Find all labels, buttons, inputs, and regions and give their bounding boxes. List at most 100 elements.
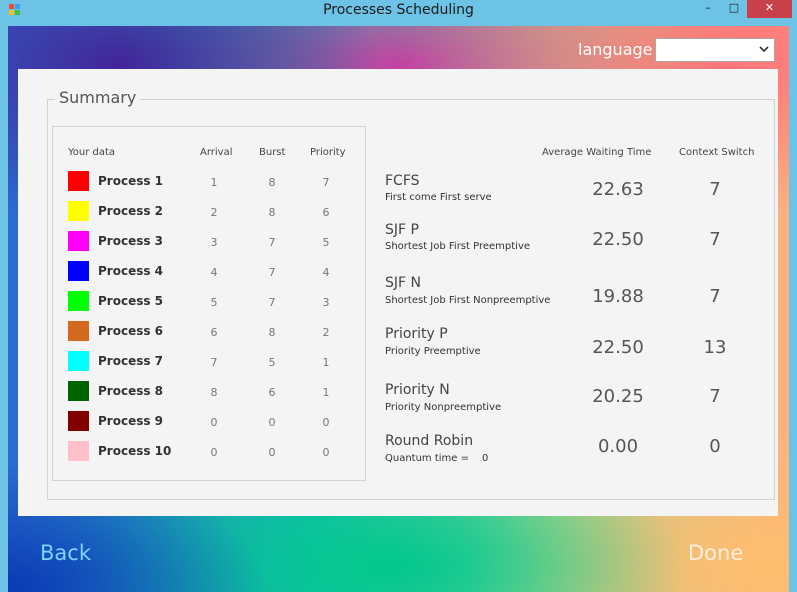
algo-fcfs-cs: 7 <box>709 179 721 200</box>
algo-priorityn-name: Priority N <box>385 382 450 398</box>
algo-roundrobin-avg: 0.00 <box>597 436 639 457</box>
process-arrival: 0 <box>210 446 218 459</box>
summary-title: Summary <box>55 88 141 107</box>
algo-priorityp-avg: 22.50 <box>592 337 644 358</box>
process-name: Process 4 <box>98 264 164 278</box>
process-burst: 6 <box>268 386 276 399</box>
algo-priorityn-cs: 7 <box>709 386 721 407</box>
process-name: Process 7 <box>98 354 164 368</box>
process-burst: 0 <box>268 416 276 429</box>
algo-priorityn-avg: 20.25 <box>592 386 644 407</box>
algo-sjfn-subtitle: Shortest Job First Nonpreemptive <box>385 295 551 306</box>
process-name: Process 8 <box>98 384 164 398</box>
language-select[interactable] <box>655 38 775 62</box>
process-arrival: 0 <box>210 416 218 429</box>
process-priority: 3 <box>322 296 330 309</box>
burst-header: Burst <box>259 147 286 158</box>
process-burst: 5 <box>268 356 276 369</box>
algo-sjfn-cs: 7 <box>709 286 721 307</box>
window-title: Processes Scheduling <box>323 2 474 18</box>
language-label: language <box>578 40 653 59</box>
algo-fcfs-name: FCFS <box>385 173 420 189</box>
arrival-header: Arrival <box>200 147 233 158</box>
process-name: Process 6 <box>98 324 164 338</box>
process-color-swatch <box>68 381 89 401</box>
process-burst: 0 <box>268 446 276 459</box>
quantum-time-value: 0 <box>482 453 489 464</box>
process-priority: 1 <box>322 386 330 399</box>
process-arrival: 4 <box>210 266 218 279</box>
process-priority: 7 <box>322 176 330 189</box>
algo-roundrobin-cs: 0 <box>709 436 721 457</box>
process-row: Process 7 7 5 1 <box>68 351 368 375</box>
process-priority: 2 <box>322 326 330 339</box>
priority-header: Priority <box>310 147 346 158</box>
title-bar[interactable]: Processes Scheduling – □ ✕ <box>0 0 797 24</box>
chevron-down-icon <box>759 46 769 53</box>
algo-priorityp-name: Priority P <box>385 326 448 342</box>
algo-sjfn-name: SJF N <box>385 275 421 291</box>
process-row: Process 2 2 8 6 <box>68 201 368 225</box>
minimize-button[interactable]: – <box>695 0 721 18</box>
process-row: Process 1 1 8 7 <box>68 171 368 195</box>
process-burst: 7 <box>268 266 276 279</box>
process-row: Process 4 4 7 4 <box>68 261 368 285</box>
algo-priorityn-subtitle: Priority Nonpreemptive <box>385 402 502 413</box>
algo-roundrobin-name: Round Robin <box>385 433 474 449</box>
process-row: Process 10 0 0 0 <box>68 441 368 465</box>
algo-priorityp-subtitle: Priority Preemptive <box>385 346 481 357</box>
algo-sjfp-subtitle: Shortest Job First Preemptive <box>385 241 531 252</box>
process-burst: 8 <box>268 326 276 339</box>
process-name: Process 1 <box>98 174 164 188</box>
process-color-swatch <box>68 351 89 371</box>
process-priority: 6 <box>322 206 330 219</box>
algo-roundrobin-subtitle: Quantum time = <box>385 453 470 464</box>
client-area: language Summary Your data Arrival Burst… <box>8 26 789 592</box>
process-name: Process 5 <box>98 294 164 308</box>
process-burst: 7 <box>268 236 276 249</box>
process-name: Process 10 <box>98 444 172 458</box>
algo-sjfp-avg: 22.50 <box>592 229 644 250</box>
avg-waiting-header: Average Waiting Time <box>542 147 652 158</box>
process-arrival: 7 <box>210 356 218 369</box>
process-color-swatch <box>68 171 89 191</box>
process-arrival: 3 <box>210 236 218 249</box>
process-row: Process 8 8 6 1 <box>68 381 368 405</box>
process-color-swatch <box>68 231 89 251</box>
context-switch-header: Context Switch <box>679 147 755 158</box>
app-window: Processes Scheduling – □ ✕ language Summ… <box>0 0 797 592</box>
process-priority: 5 <box>322 236 330 249</box>
algo-sjfp-name: SJF P <box>385 222 419 238</box>
close-button[interactable]: ✕ <box>747 0 792 18</box>
algo-fcfs-subtitle: First come First serve <box>385 192 492 203</box>
process-arrival: 1 <box>210 176 218 189</box>
back-button[interactable]: Back <box>40 541 91 565</box>
process-burst: 7 <box>268 296 276 309</box>
process-priority: 0 <box>322 446 330 459</box>
process-color-swatch <box>68 201 89 221</box>
process-color-swatch <box>68 291 89 311</box>
process-burst: 8 <box>268 176 276 189</box>
process-color-swatch <box>68 411 89 431</box>
process-row: Process 5 5 7 3 <box>68 291 368 315</box>
summary-panel: Summary Your data Arrival Burst Priority… <box>18 69 778 516</box>
algo-sjfp-cs: 7 <box>709 229 721 250</box>
process-priority: 1 <box>322 356 330 369</box>
algo-fcfs-avg: 22.63 <box>592 179 644 200</box>
process-row: Process 6 6 8 2 <box>68 321 368 345</box>
process-row: Process 3 3 7 5 <box>68 231 368 255</box>
process-name: Process 2 <box>98 204 164 218</box>
process-arrival: 5 <box>210 296 218 309</box>
process-burst: 8 <box>268 206 276 219</box>
process-color-swatch <box>68 261 89 281</box>
algo-priorityp-cs: 13 <box>703 337 727 358</box>
your-data-header: Your data <box>68 147 116 158</box>
process-arrival: 2 <box>210 206 218 219</box>
process-priority: 4 <box>322 266 330 279</box>
done-button[interactable]: Done <box>688 541 743 565</box>
process-row: Process 9 0 0 0 <box>68 411 368 435</box>
process-name: Process 3 <box>98 234 164 248</box>
maximize-button[interactable]: □ <box>721 0 747 18</box>
process-arrival: 6 <box>210 326 218 339</box>
process-color-swatch <box>68 441 89 461</box>
